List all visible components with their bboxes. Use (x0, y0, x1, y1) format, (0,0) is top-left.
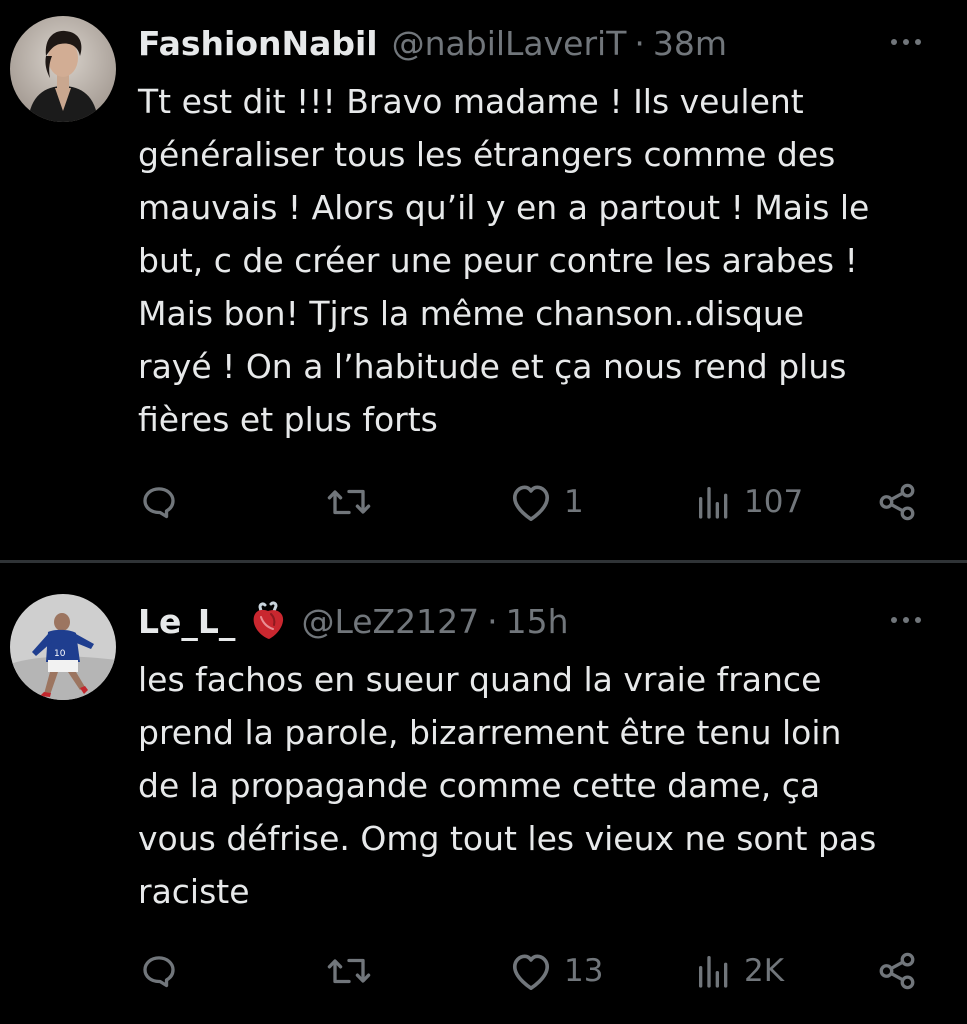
separator-dot: · (487, 601, 498, 641)
retweet-button[interactable] (326, 477, 372, 527)
view-count: 2K (744, 953, 785, 989)
view-count: 107 (744, 484, 804, 520)
share-button[interactable] (876, 477, 918, 527)
svg-text:10: 10 (54, 649, 66, 659)
tweet-text: les fachos en sueur quand la vraie franc… (138, 660, 877, 911)
avatar[interactable]: 10 (10, 594, 116, 700)
like-icon (512, 954, 550, 990)
more-options-icon[interactable] (891, 616, 921, 626)
tweet-text: Tt est dit !!! Bravo madame ! Ils veulen… (138, 82, 870, 439)
anatomical-heart-icon (249, 601, 287, 641)
user-handle[interactable]: @LeZ2127 (301, 602, 479, 641)
share-button[interactable] (876, 946, 918, 996)
footballer-avatar-photo: 10 (10, 594, 116, 700)
views-button[interactable]: 2K (694, 946, 784, 996)
display-name[interactable]: FashionNabil (138, 24, 378, 63)
tweet[interactable]: 10 Le_L_ @LeZ2127 · 15h les fachos en su… (0, 564, 967, 1024)
user-avatar-photo (10, 16, 116, 122)
retweet-icon (327, 489, 371, 515)
share-icon (879, 952, 915, 990)
reply-icon (143, 487, 175, 519)
timestamp[interactable]: 15h (506, 602, 569, 641)
reply-icon (143, 956, 175, 988)
reply-button[interactable] (138, 946, 180, 996)
views-button[interactable]: 107 (694, 477, 803, 527)
tweet-header: FashionNabil @nabilLaveriT · 38m (138, 20, 907, 66)
separator-dot: · (634, 23, 645, 63)
tweet-actions: 1 107 (0, 477, 967, 527)
like-count: 13 (564, 953, 604, 989)
tweet-divider (0, 560, 967, 563)
views-icon (699, 487, 728, 519)
like-icon (512, 485, 550, 521)
tweet-actions: 13 2K (0, 946, 967, 996)
tweet-header: Le_L_ @LeZ2127 · 15h (138, 598, 907, 644)
user-handle[interactable]: @nabilLaveriT (392, 24, 627, 63)
display-name[interactable]: Le_L_ (138, 602, 235, 641)
tweet[interactable]: FashionNabil @nabilLaveriT · 38m Tt est … (0, 0, 967, 560)
more-options-icon[interactable] (891, 38, 921, 48)
like-count: 1 (564, 484, 584, 520)
timestamp[interactable]: 38m (653, 24, 727, 63)
avatar[interactable] (10, 16, 116, 122)
like-button[interactable]: 13 (508, 946, 603, 996)
retweet-icon (327, 958, 371, 984)
retweet-button[interactable] (326, 946, 372, 996)
like-button[interactable]: 1 (508, 477, 584, 527)
share-icon (879, 483, 915, 521)
views-icon (699, 956, 728, 988)
reply-button[interactable] (138, 477, 180, 527)
